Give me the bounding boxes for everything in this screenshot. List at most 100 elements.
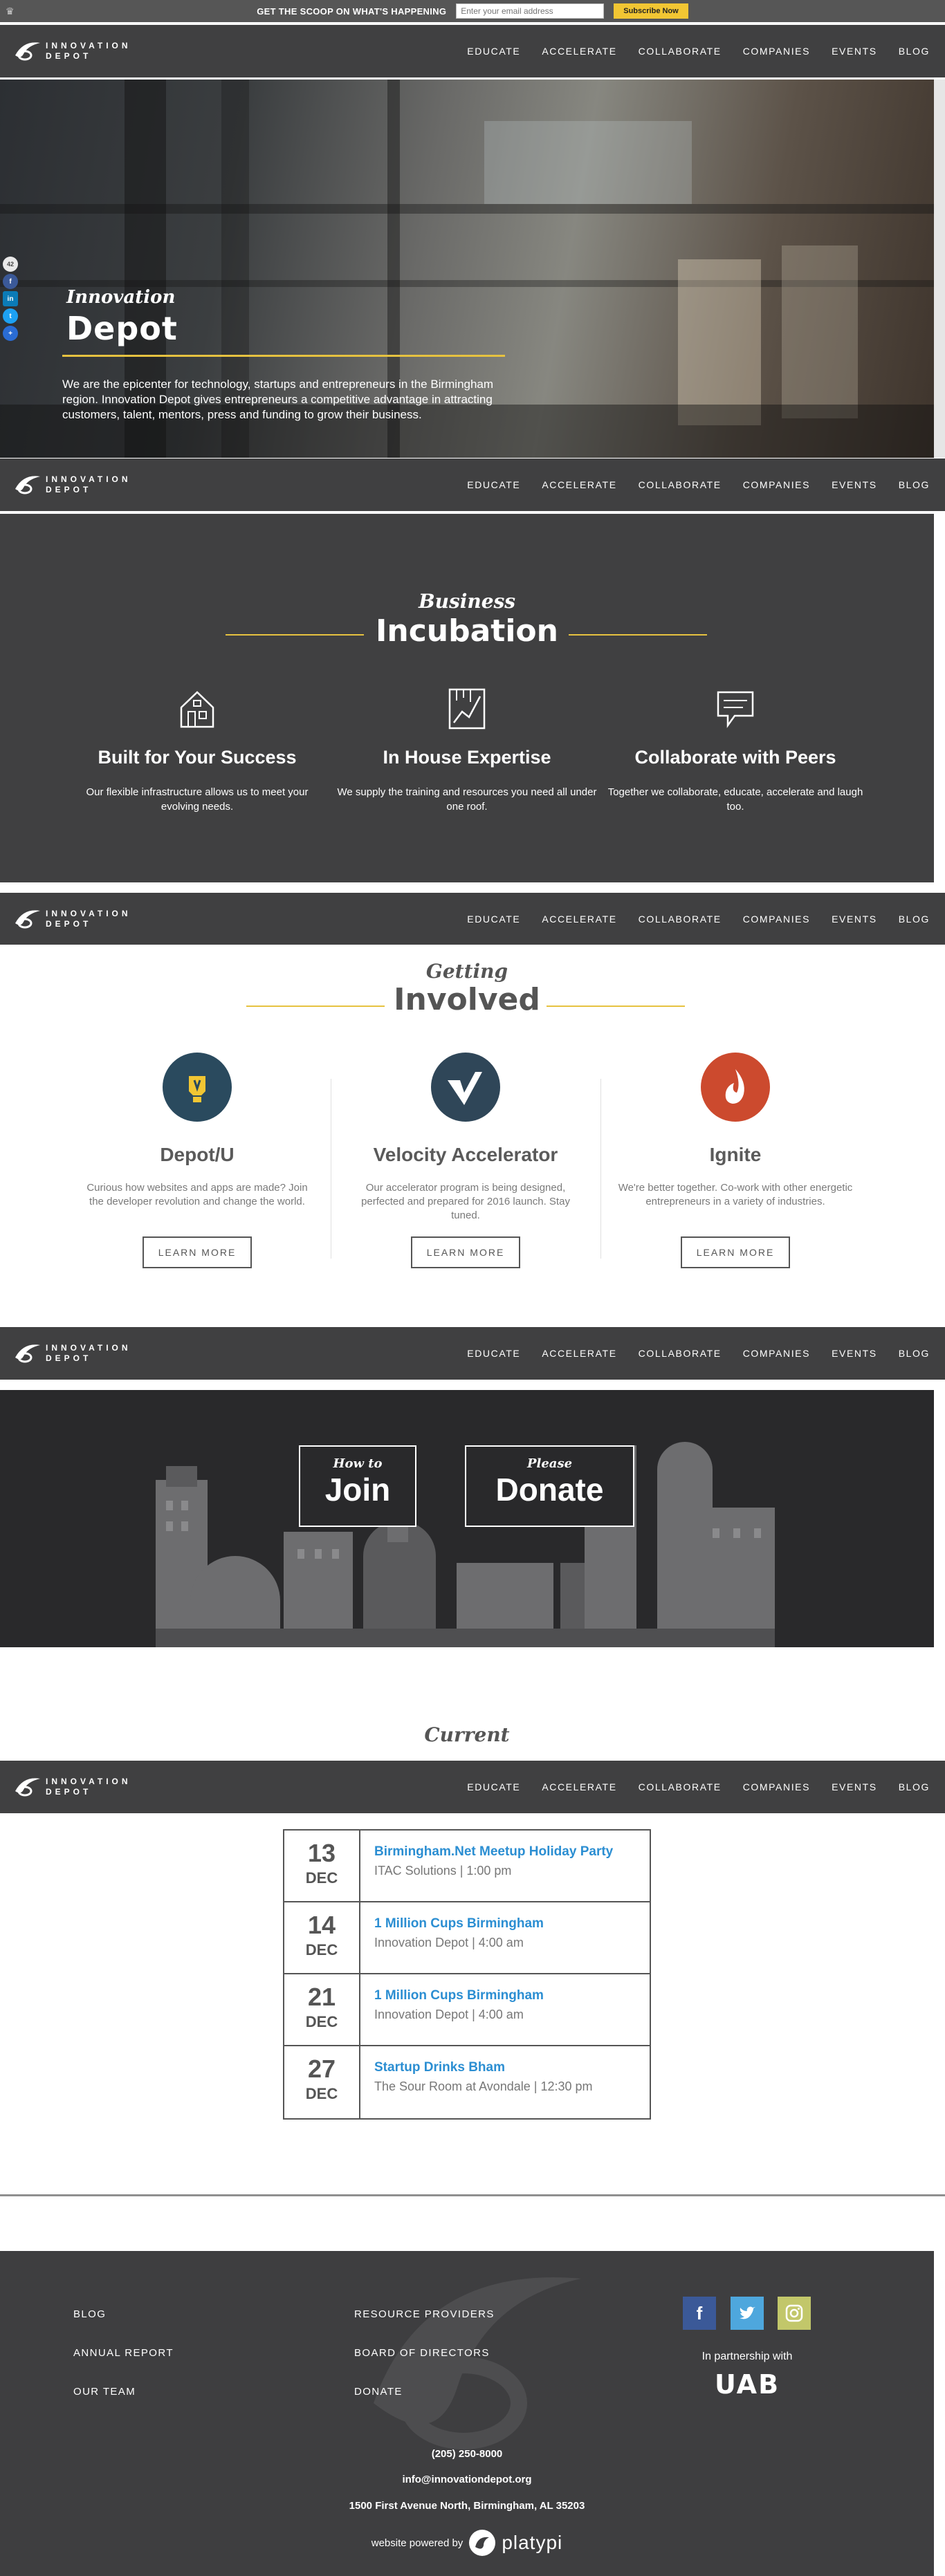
nav-educate[interactable]: EDUCATE [467, 479, 520, 490]
sticky-navbar: INNOVATION DEPOT EDUCATE ACCELERATE COLLA… [0, 893, 945, 945]
footer-link-blog[interactable]: BLOG [73, 2308, 106, 2320]
footer-email[interactable]: info@innovationdepot.org [0, 2474, 934, 2485]
join-box[interactable]: How to Join [299, 1445, 416, 1527]
event-row[interactable]: 27 DEC Startup Drinks Bham The Sour Room… [284, 2046, 650, 2118]
nav-educate[interactable]: EDUCATE [467, 1348, 520, 1359]
linkedin-share-icon[interactable]: in [3, 291, 18, 306]
nav-accelerate[interactable]: ACCELERATE [542, 1781, 616, 1792]
event-row[interactable]: 21 DEC 1 Million Cups Birmingham Innovat… [284, 1974, 650, 2046]
twitter-share-icon[interactable]: t [3, 308, 18, 324]
newsletter-text: GET THE SCOOP ON WHAT'S HAPPENING [257, 6, 447, 17]
event-location: ITAC Solutions | 1:00 pm [374, 1864, 512, 1878]
nav-companies[interactable]: COMPANIES [743, 914, 810, 925]
nav-menu: EDUCATE ACCELERATE COLLABORATE COMPANIES… [467, 893, 930, 945]
footer-link-resource-providers[interactable]: RESOURCE PROVIDERS [354, 2308, 495, 2320]
incubation-section: Business Incubation Built for Your Succe… [0, 514, 934, 882]
footer-watermark-icon [374, 2277, 581, 2449]
event-title-link[interactable]: 1 Million Cups Birmingham [374, 1988, 544, 2003]
nav-educate[interactable]: EDUCATE [467, 1781, 520, 1792]
logo-line1: INNOVATION [46, 1343, 131, 1353]
hero-divider [62, 355, 505, 357]
facebook-share-icon[interactable]: f [3, 274, 18, 289]
feature-text: We supply the training and resources you… [337, 786, 597, 813]
nav-companies[interactable]: COMPANIES [743, 479, 810, 490]
nav-educate[interactable]: EDUCATE [467, 46, 520, 57]
nav-blog[interactable]: BLOG [899, 914, 930, 925]
scrollbar[interactable] [934, 80, 945, 458]
twitter-icon[interactable] [731, 2297, 764, 2330]
innovation-depot-logo[interactable]: INNOVATION DEPOT [12, 37, 131, 65]
nav-events[interactable]: EVENTS [832, 1781, 877, 1792]
nav-collaborate[interactable]: COLLABORATE [639, 46, 722, 57]
innovation-depot-logo[interactable]: INNOVATION DEPOT [12, 1340, 131, 1367]
involve-title: Depot/U [160, 1144, 235, 1165]
footer-phone[interactable]: (205) 250-8000 [0, 2448, 934, 2460]
nav-menu: EDUCATE ACCELERATE COLLABORATE COMPANIES… [467, 1327, 930, 1380]
innovation-depot-logo[interactable]: INNOVATION DEPOT [12, 1773, 131, 1801]
ignite-learn-more-button[interactable]: LEARN MORE [681, 1236, 790, 1268]
innovation-depot-logo[interactable]: INNOVATION DEPOT [12, 471, 131, 499]
event-day: 13 [307, 1839, 336, 1867]
nav-collaborate[interactable]: COLLABORATE [639, 914, 722, 925]
velocity-learn-more-button[interactable]: LEARN MORE [411, 1236, 520, 1268]
event-month: DEC [305, 1941, 338, 1958]
nav-events[interactable]: EVENTS [832, 914, 877, 925]
nav-collaborate[interactable]: COLLABORATE [639, 1781, 722, 1792]
hero-description: We are the epicenter for technology, sta… [62, 378, 494, 421]
depot-u-learn-more-button[interactable]: LEARN MORE [143, 1236, 252, 1268]
instagram-icon[interactable] [778, 2297, 811, 2330]
nav-accelerate[interactable]: ACCELERATE [542, 1348, 616, 1359]
innovation-depot-logo[interactable]: INNOVATION DEPOT [12, 905, 131, 933]
nav-events[interactable]: EVENTS [832, 479, 877, 490]
event-title-link[interactable]: 1 Million Cups Birmingham [374, 1916, 544, 1931]
event-title-link[interactable]: Birmingham.Net Meetup Holiday Party [374, 1844, 613, 1860]
involve-velocity: Velocity Accelerator Our accelerator pro… [348, 1053, 583, 1268]
nav-accelerate[interactable]: ACCELERATE [542, 914, 616, 925]
site-footer: BLOG ANNUAL REPORT OUR TEAM RESOURCE PRO… [0, 2251, 934, 2576]
newsletter-email-input[interactable] [456, 3, 605, 19]
nav-events[interactable]: EVENTS [832, 46, 877, 57]
feature-collaborate-with-peers: Collaborate with Peers Together we colla… [604, 687, 867, 814]
nav-accelerate[interactable]: ACCELERATE [542, 479, 616, 490]
nav-companies[interactable]: COMPANIES [743, 46, 810, 57]
nav-blog[interactable]: BLOG [899, 1781, 930, 1792]
nav-educate[interactable]: EDUCATE [467, 914, 520, 925]
nav-menu: EDUCATE ACCELERATE COLLABORATE COMPANIES… [467, 458, 930, 511]
event-month: DEC [305, 1869, 338, 1887]
footer-link-donate[interactable]: DONATE [354, 2386, 403, 2398]
nav-blog[interactable]: BLOG [899, 46, 930, 57]
footer-link-annual-report[interactable]: ANNUAL REPORT [73, 2347, 174, 2359]
subscribe-button[interactable]: Subscribe Now [614, 3, 688, 19]
nav-collaborate[interactable]: COLLABORATE [639, 479, 722, 490]
nav-companies[interactable]: COMPANIES [743, 1781, 810, 1792]
event-row[interactable]: 13 DEC Birmingham.Net Meetup Holiday Par… [284, 1831, 650, 1902]
house-icon [180, 691, 214, 728]
uab-logo[interactable]: UAB [704, 2371, 790, 2397]
event-title-link[interactable]: Startup Drinks Bham [374, 2060, 593, 2075]
newsletter-bar: ♛ GET THE SCOOP ON WHAT'S HAPPENING Subs… [0, 0, 945, 22]
donate-box[interactable]: Please Donate [465, 1445, 634, 1527]
platypi-name[interactable]: platypi [502, 2532, 562, 2554]
event-month: DEC [305, 2013, 338, 2030]
nav-events[interactable]: EVENTS [832, 1348, 877, 1359]
nav-blog[interactable]: BLOG [899, 1348, 930, 1359]
logo-line1: INNOVATION [46, 1777, 131, 1786]
event-date: 27 DEC [284, 2046, 360, 2118]
event-row[interactable]: 14 DEC 1 Million Cups Birmingham Innovat… [284, 1902, 650, 1974]
nav-collaborate[interactable]: COLLABORATE [639, 1348, 722, 1359]
logo-line1: INNOVATION [46, 909, 131, 918]
share-more-icon[interactable]: + [3, 326, 18, 341]
footer-link-our-team[interactable]: OUR TEAM [73, 2386, 136, 2398]
nav-accelerate[interactable]: ACCELERATE [542, 46, 616, 57]
section-divider [0, 2194, 945, 2196]
nav-blog[interactable]: BLOG [899, 479, 930, 490]
velocity-v-icon [431, 1053, 500, 1122]
footer-link-board-of-directors[interactable]: BOARD OF DIRECTORS [354, 2347, 490, 2359]
event-date: 13 DEC [284, 1831, 360, 1901]
heading-rule-right [569, 634, 707, 636]
facebook-icon[interactable]: f [683, 2297, 716, 2330]
heading-rule-left [226, 634, 364, 636]
nav-companies[interactable]: COMPANIES [743, 1348, 810, 1359]
event-date: 14 DEC [284, 1902, 360, 1973]
platypi-logo-icon[interactable] [468, 2529, 496, 2557]
